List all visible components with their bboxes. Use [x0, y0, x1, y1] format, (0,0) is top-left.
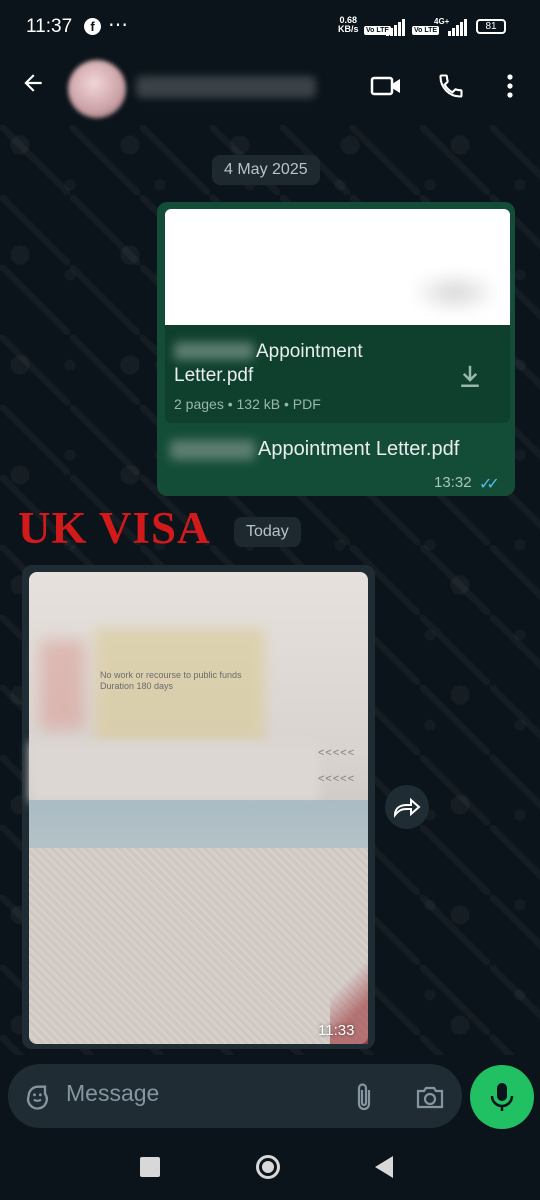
sticker-icon: [26, 1085, 48, 1110]
photo-visible-text: No work or recourse to public funds Dura…: [100, 670, 242, 692]
document-title-line1: Appointment: [256, 341, 363, 362]
nav-back-button[interactable]: [375, 1156, 393, 1178]
home-icon: [262, 1161, 274, 1173]
photo-edge: [29, 800, 368, 848]
download-icon: [461, 365, 479, 387]
network-speed: 0.68 KB/s: [338, 16, 359, 34]
message-input[interactable]: Message: [66, 1080, 159, 1107]
signal-sim1-icon: [386, 18, 406, 36]
photo-mrz-line2: <<<<<: [318, 773, 356, 785]
read-receipt-icon: ✓✓: [479, 476, 500, 493]
image-message-time: 11:33: [318, 1022, 355, 1039]
voice-message-button[interactable]: [470, 1065, 534, 1129]
redacted-caption: [170, 440, 255, 460]
document-title-line2: Letter.pdf: [174, 365, 254, 386]
arrow-left-icon: [24, 74, 42, 92]
status-time: 11:37: [26, 16, 73, 37]
paperclip-icon: [357, 1083, 371, 1111]
photo-text-line2: Duration 180 days: [100, 681, 174, 691]
forward-button[interactable]: [385, 785, 429, 829]
microphone-icon: [490, 1083, 514, 1111]
battery-icon: 81: [476, 19, 506, 34]
voice-call-icon: [439, 74, 463, 98]
download-button[interactable]: [455, 362, 485, 392]
voice-call-button[interactable]: [437, 72, 465, 105]
network-speed-unit: KB/s: [338, 24, 359, 34]
camera-icon: [416, 1086, 444, 1109]
back-button[interactable]: [20, 70, 46, 104]
battery-level: 81: [485, 21, 497, 32]
recents-button[interactable]: [140, 1157, 160, 1177]
avatar[interactable]: [68, 60, 126, 118]
photo-mrz: <<<<< <<<<<: [318, 740, 355, 792]
video-call-icon: [370, 76, 400, 96]
facebook-notification-icon: f: [84, 18, 101, 35]
uk-visa-overlay: UK VISA: [18, 503, 211, 553]
message-caption: Appointment Letter.pdf: [258, 438, 460, 460]
photo-mrz-line1: <<<<<: [318, 747, 356, 759]
contact-name[interactable]: [136, 76, 316, 98]
redacted-text: [174, 342, 254, 360]
date-chip-today: Today: [234, 517, 301, 547]
attach-button[interactable]: [353, 1082, 377, 1112]
sticker-button[interactable]: [24, 1082, 52, 1110]
video-call-button[interactable]: [370, 72, 402, 105]
more-vertical-icon: [507, 74, 513, 98]
document-preview-blur: [410, 270, 500, 315]
forward-icon: [393, 797, 421, 818]
photo-redaction-mrz: [30, 742, 320, 802]
camera-button[interactable]: [415, 1084, 445, 1110]
photo-background: [29, 848, 368, 1044]
message-time: 13:32: [434, 474, 472, 491]
photo-text-line1: No work or recourse to public funds: [100, 670, 242, 680]
document-meta: 2 pages • 132 kB • PDF: [174, 396, 321, 412]
status-overflow-icon: ⋯: [108, 14, 129, 36]
photo-redaction: [40, 640, 85, 730]
signal-sim2-icon: [448, 18, 468, 36]
menu-button[interactable]: [500, 72, 520, 105]
date-chip: 4 May 2025: [212, 155, 320, 185]
